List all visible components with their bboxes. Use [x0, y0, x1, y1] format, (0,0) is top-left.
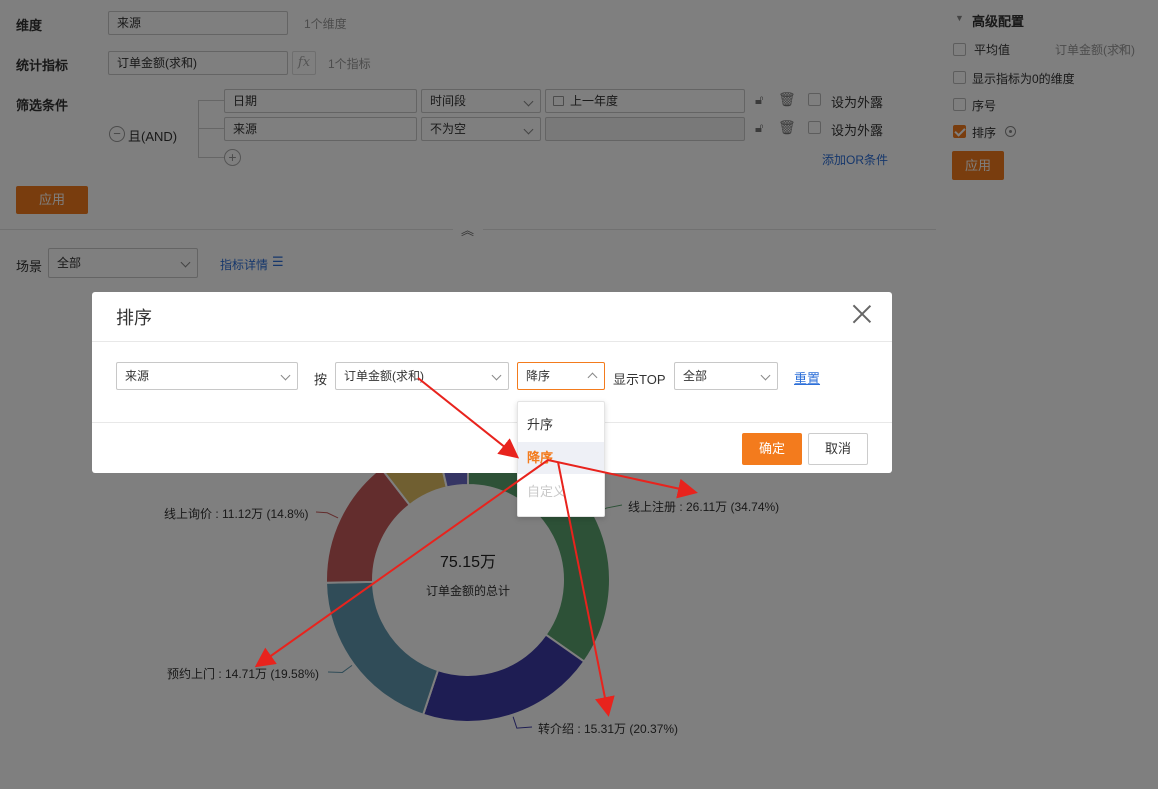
sort-metric-select[interactable]: 订单金额(求和): [335, 362, 509, 390]
sort-order-value: 降序: [526, 369, 551, 383]
chevron-down-icon: [760, 370, 771, 381]
sort-field-select[interactable]: 来源: [116, 362, 298, 390]
sort-order-select[interactable]: 降序: [517, 362, 605, 390]
order-option-desc[interactable]: 降序: [518, 442, 604, 474]
chevron-up-icon: [587, 372, 598, 383]
confirm-button[interactable]: 确定: [742, 433, 802, 465]
modal-header-divider: [92, 341, 892, 342]
sort-field-value: 来源: [125, 369, 150, 383]
modal-title: 排序: [116, 308, 152, 328]
close-icon[interactable]: [852, 304, 872, 324]
sort-metric-value: 订单金额(求和): [344, 369, 424, 383]
top-label: 显示TOP: [613, 372, 666, 387]
cancel-button[interactable]: 取消: [808, 433, 868, 465]
chevron-down-icon: [491, 370, 502, 381]
sort-order-dropdown: 升序 降序 自定义: [517, 401, 605, 517]
reset-link[interactable]: 重置: [794, 368, 820, 387]
chevron-down-icon: [280, 370, 291, 381]
order-option-custom: 自定义: [527, 484, 567, 499]
by-label: 按: [314, 372, 328, 387]
top-select[interactable]: 全部: [674, 362, 778, 390]
order-option-asc[interactable]: 升序: [518, 409, 604, 441]
top-value: 全部: [683, 369, 708, 383]
sort-modal: 排序 来源 按 订单金额(求和) 降序 显示TOP 全部 重置 确定 取消: [92, 292, 892, 473]
modal-footer-divider: [92, 422, 892, 423]
